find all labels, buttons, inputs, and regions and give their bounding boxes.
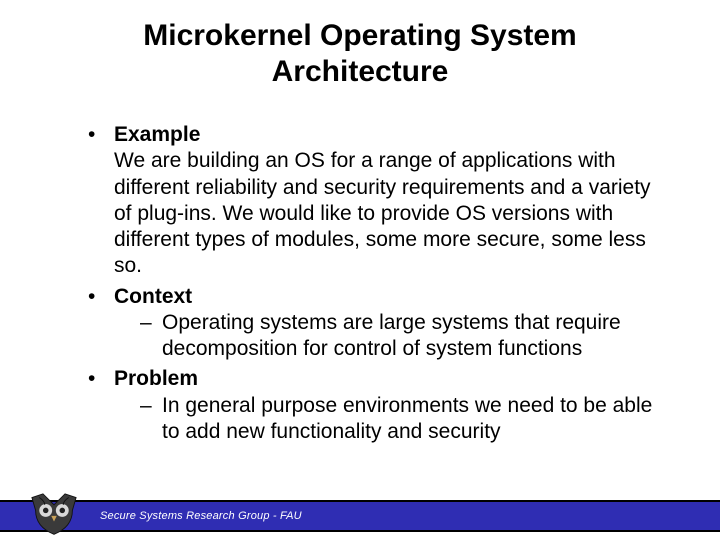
sub-bullet: In general purpose environments we need … — [140, 393, 660, 446]
sub-list: In general purpose environments we need … — [114, 393, 660, 446]
bullet-head: Context — [114, 285, 192, 308]
sub-bullet: Operating systems are large systems that… — [140, 310, 660, 363]
footer-text: Secure Systems Research Group - FAU — [100, 510, 302, 522]
owl-logo-icon — [26, 492, 82, 538]
bullet-example: Example We are building an OS for a rang… — [88, 122, 660, 280]
bullet-problem: Problem In general purpose environments … — [88, 366, 660, 445]
footer-bar: Secure Systems Research Group - FAU — [0, 500, 720, 532]
bullet-head: Example — [114, 123, 200, 146]
bullet-paragraph: We are building an OS for a range of app… — [114, 148, 660, 279]
slide-body: Example We are building an OS for a rang… — [0, 90, 720, 445]
bullet-head: Problem — [114, 367, 198, 390]
sub-list: Operating systems are large systems that… — [114, 310, 660, 363]
slide-title: Microkernel Operating System Architectur… — [0, 0, 720, 90]
bullet-context: Context Operating systems are large syst… — [88, 284, 660, 363]
bullet-list: Example We are building an OS for a rang… — [88, 122, 660, 445]
slide: Microkernel Operating System Architectur… — [0, 0, 720, 540]
